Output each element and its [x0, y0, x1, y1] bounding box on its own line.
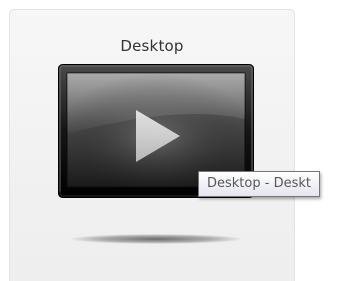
monitor-shadow — [70, 234, 242, 244]
tile-title: Desktop — [120, 37, 184, 55]
screen: Desktop Desktop - Deskt — [0, 0, 342, 281]
desktop-tile[interactable]: Desktop — [9, 9, 295, 281]
tooltip: Desktop - Deskt — [198, 171, 320, 197]
